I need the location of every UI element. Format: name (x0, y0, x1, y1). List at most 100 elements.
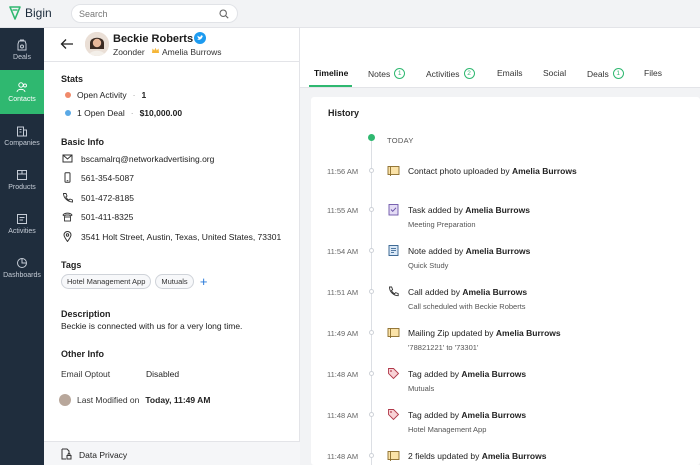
location-pin-icon (63, 231, 72, 242)
event-action: Task added by (408, 205, 463, 215)
email-row[interactable]: bscamalrq@networkadvertising.org (62, 153, 214, 164)
event-action: Note added by (408, 246, 464, 256)
phone-value[interactable]: 501-472-8185 (81, 193, 134, 203)
sidebar-item-activities[interactable]: Activities (0, 202, 44, 246)
timeline-event[interactable]: 11:49 AM Mailing Zip updated by Amelia B… (311, 326, 700, 364)
event-title: Contact photo uploaded by Amelia Burrows (408, 166, 577, 176)
tab-emails[interactable]: Emails (497, 68, 523, 78)
add-tag-button[interactable]: + (198, 275, 210, 288)
timeline-event[interactable]: 11:54 AM Note added by Amelia Burrows Qu… (311, 244, 700, 282)
contact-details-panel: Stats Open Activity · 1 1 Open Deal · $1… (44, 28, 300, 465)
stat-open-deal[interactable]: 1 Open Deal · $10,000.00 (65, 108, 182, 118)
app-logo[interactable]: Bigin (9, 6, 52, 20)
activities-icon (17, 214, 27, 224)
event-action: Tag added by (408, 410, 460, 420)
tab-activities[interactable]: Activities 2 (426, 68, 475, 79)
timeline-event[interactable]: 11:48 AM Tag added by Amelia Burrows Hot… (311, 408, 700, 446)
sidebar-item-label: Contacts (8, 96, 36, 103)
modifier-avatar (59, 394, 71, 406)
event-detail: '78821221' to '73301' (408, 343, 479, 352)
open-activity-label: Open Activity (77, 90, 127, 100)
timeline-event[interactable]: 11:51 AM Call added by Amelia Burrows Ca… (311, 285, 700, 323)
sidebar-item-label: Companies (4, 140, 40, 147)
event-node (369, 289, 374, 294)
home-phone-value[interactable]: 501-411-8325 (81, 212, 133, 222)
sidebar-item-products[interactable]: Products (0, 158, 44, 202)
event-node (369, 248, 374, 253)
address-row[interactable]: 3541 Holt Street, Austin, Texas, United … (62, 231, 281, 242)
contact-avatar[interactable] (85, 32, 109, 56)
event-title: Note added by Amelia Burrows (408, 246, 530, 256)
contact-name: Beckie Roberts (113, 33, 194, 45)
tab-social[interactable]: Social (543, 68, 566, 78)
tab-deals[interactable]: Deals 1 (587, 68, 624, 79)
event-actor: Amelia Burrows (481, 451, 547, 461)
event-node (369, 168, 374, 173)
person-photo-icon (85, 32, 109, 56)
event-node (369, 453, 374, 458)
stat-separator: · (130, 108, 134, 118)
search-box[interactable] (71, 4, 238, 23)
event-actor: Amelia Burrows (465, 205, 530, 215)
timeline-event[interactable]: 11:56 AM Contact photo uploaded by Ameli… (311, 164, 700, 202)
tag-chip[interactable]: Mutuals (155, 274, 194, 289)
mobile-row[interactable]: 561-354-5087 (62, 172, 134, 183)
description-text: Beckie is connected with us for a very l… (61, 321, 243, 331)
owner-name[interactable]: Amelia Burrows (162, 47, 222, 57)
company-name[interactable]: Zoonder (113, 47, 145, 57)
timeline-event[interactable]: 11:48 AM 2 fields updated by Amelia Burr… (311, 449, 700, 465)
today-marker (368, 134, 375, 141)
home-phone-row[interactable]: 501-411-8325 (62, 211, 133, 222)
event-action: 2 fields updated by (408, 451, 480, 461)
event-title: Tag added by Amelia Burrows (408, 410, 526, 420)
mobile-value[interactable]: 561-354-5087 (81, 173, 134, 183)
active-tab-indicator (309, 85, 352, 87)
search-icon[interactable] (219, 9, 229, 19)
sidebar-item-contacts[interactable]: Contacts (0, 70, 44, 114)
contact-header: Beckie Roberts Zoonder Amelia Burrows (44, 28, 700, 61)
tag-chip[interactable]: Hotel Management App (61, 274, 152, 289)
event-time: 11:48 AM (327, 452, 359, 461)
stat-open-activity[interactable]: Open Activity · 1 (65, 90, 146, 100)
event-node (369, 330, 374, 335)
companies-icon (17, 126, 27, 137)
timeline-event[interactable]: 11:48 AM Tag added by Amelia Burrows Mut… (311, 367, 700, 405)
open-deal-value: $10,000.00 (139, 108, 183, 118)
contacts-icon (16, 82, 27, 93)
event-time: 11:48 AM (327, 370, 359, 379)
count-badge: 1 (394, 68, 406, 79)
event-node (369, 412, 374, 417)
event-detail: Hotel Management App (408, 425, 487, 434)
count-badge: 2 (463, 68, 475, 79)
today-label: TODAY (387, 136, 414, 145)
sidebar: Deals Contacts Companies Products Activi… (0, 28, 44, 465)
data-privacy-bar[interactable]: Data Privacy (44, 441, 300, 465)
search-input[interactable] (79, 8, 214, 20)
dashboards-icon (17, 258, 27, 268)
event-detail: Mutuals (408, 384, 435, 393)
tab-notes[interactable]: Notes 1 (368, 68, 406, 79)
back-arrow-icon[interactable] (60, 38, 74, 50)
event-time: 11:56 AM (327, 167, 359, 176)
tab-timeline[interactable]: Timeline (314, 68, 348, 78)
phone-row[interactable]: 501-472-8185 (62, 192, 134, 203)
other-info-title: Other Info (61, 349, 104, 359)
sidebar-item-deals[interactable]: Deals (0, 28, 44, 72)
sidebar-item-companies[interactable]: Companies (0, 114, 44, 158)
tab-label: Deals (587, 68, 609, 79)
event-title: Tag added by Amelia Burrows (408, 369, 526, 379)
email-value[interactable]: bscamalrq@networkadvertising.org (81, 154, 214, 164)
stats-title: Stats (61, 74, 84, 84)
task-icon (388, 204, 399, 216)
event-node (369, 207, 374, 212)
timeline-event[interactable]: 11:55 AM Task added by Amelia Burrows Me… (311, 203, 700, 241)
twitter-icon[interactable] (194, 32, 206, 44)
event-time: 11:48 AM (327, 411, 359, 420)
sidebar-item-dashboards[interactable]: Dashboards (0, 246, 44, 290)
tab-label: Emails (497, 68, 523, 78)
last-modified-prefix: Last Modified on (77, 395, 140, 405)
tab-files[interactable]: Files (644, 68, 662, 78)
email-icon (62, 154, 73, 163)
event-action: Call added by (408, 287, 460, 297)
products-icon (17, 170, 27, 180)
